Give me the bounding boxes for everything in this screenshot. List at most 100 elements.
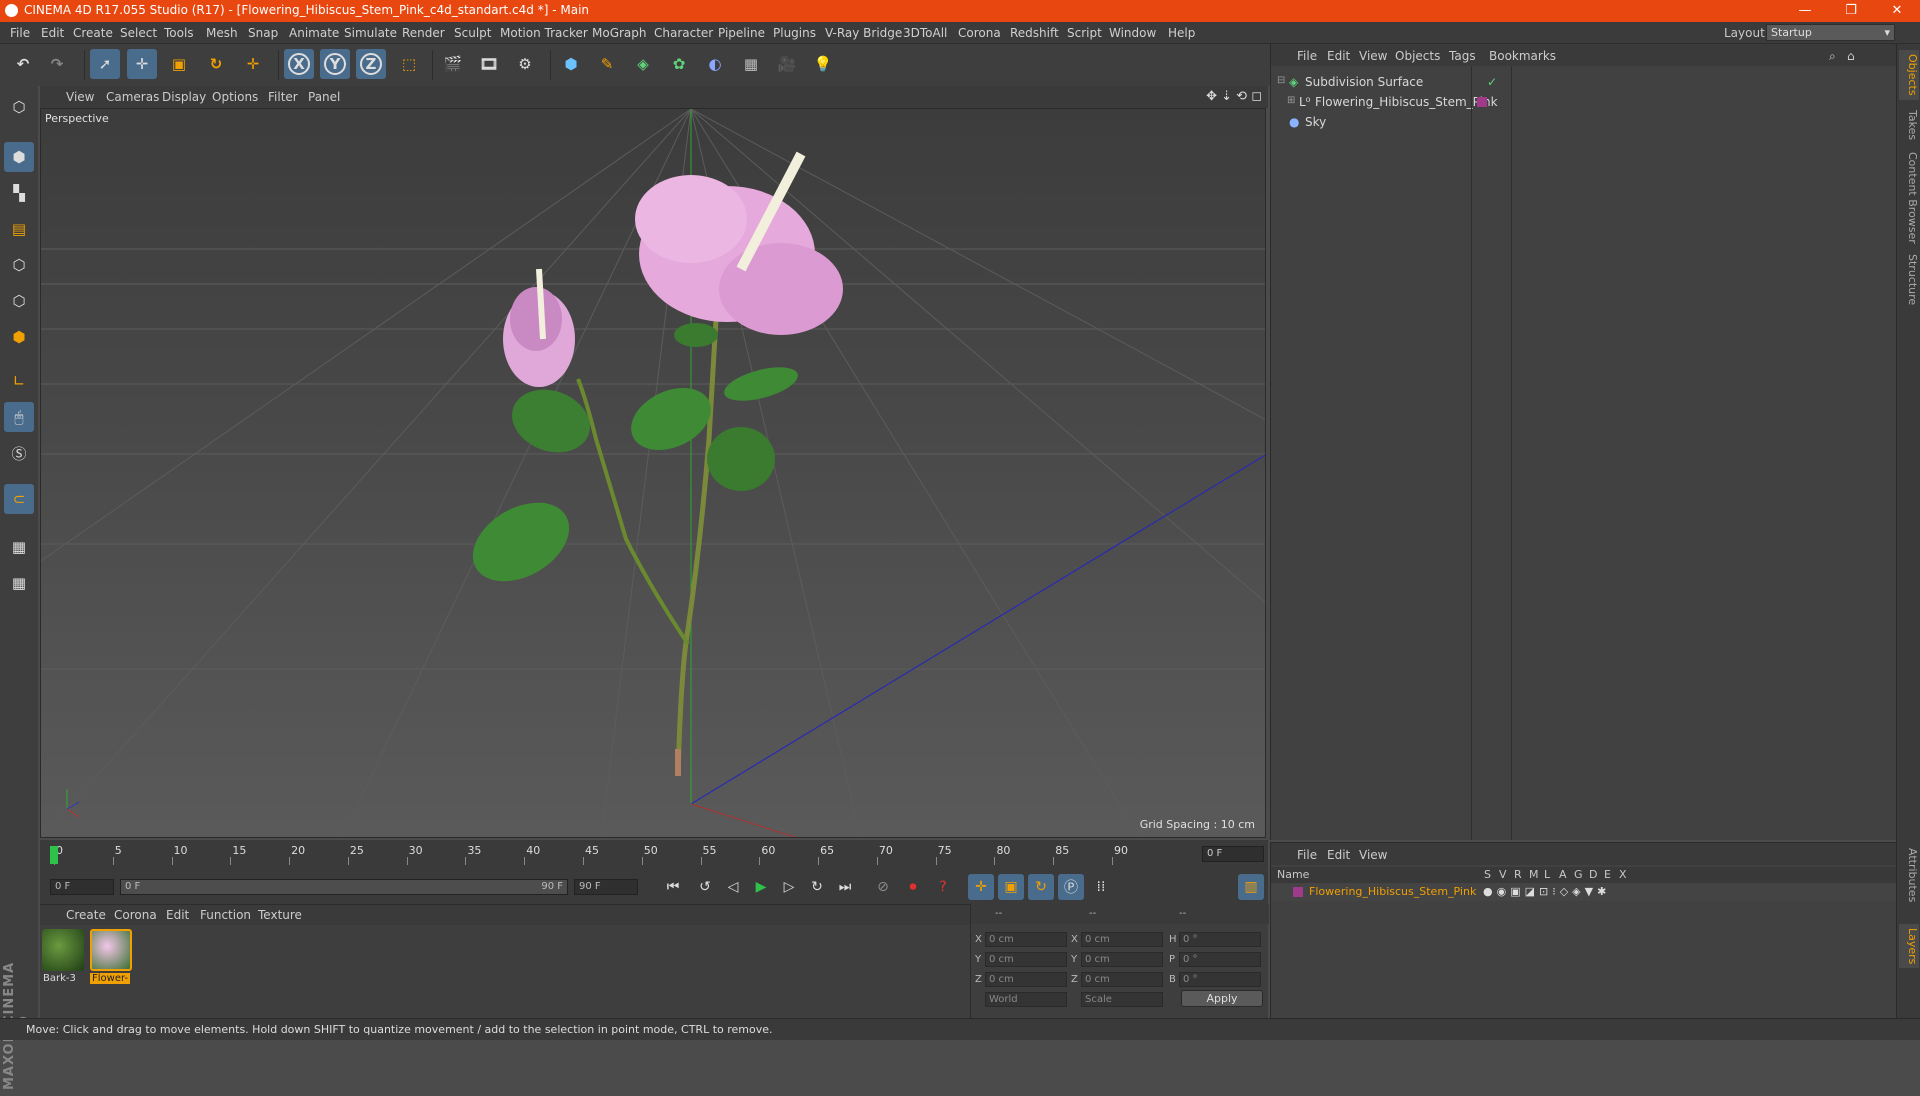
planar-workplane-icon[interactable]: ▦ — [4, 568, 34, 598]
max-frame-field[interactable]: 90 F — [574, 879, 638, 895]
perspective-viewport[interactable]: Perspective Grid Spacing : 10 cm — [40, 108, 1266, 838]
obj-menu-bookmarks[interactable]: Bookmarks — [1489, 49, 1556, 63]
y-axis-lock-button[interactable]: Y — [320, 49, 350, 79]
make-editable-icon[interactable]: ⬡ — [4, 92, 34, 122]
pos-y-field[interactable]: 0 cm — [985, 952, 1067, 967]
size-mode-select[interactable]: Scale — [1081, 992, 1163, 1007]
scale-tool-icon[interactable]: ▣ — [164, 49, 194, 79]
menu-mograph[interactable]: MoGraph — [592, 26, 647, 40]
tweak-mode-icon[interactable]: 🖱 — [4, 402, 34, 432]
camera-icon[interactable]: 🎥 — [772, 49, 802, 79]
menu-plugins[interactable]: Plugins — [773, 26, 816, 40]
rot-h-field[interactable]: 0 ° — [1179, 932, 1261, 947]
vp-menu-cameras[interactable]: Cameras — [106, 90, 159, 104]
viewport-nav-icons[interactable]: ✥ ⇣ ⟲ ◻ — [1206, 89, 1262, 104]
preview-range-slider[interactable]: 0 F 90 F — [120, 879, 568, 895]
min-frame-field[interactable]: 0 F — [50, 879, 114, 895]
minimize-button[interactable]: — — [1782, 0, 1828, 22]
axis-mode-icon[interactable]: ∟ — [4, 366, 34, 396]
mat-menu-corona[interactable]: Corona — [114, 908, 157, 922]
key-parameter-icon[interactable]: Ⓟ — [1058, 874, 1084, 900]
material-bark-label[interactable]: Bark-3 — [43, 973, 76, 984]
layer-menu-file[interactable]: File — [1297, 848, 1317, 862]
tab-takes[interactable]: Takes — [1899, 106, 1919, 144]
key-pla-icon[interactable]: ⁞⁞ — [1088, 874, 1114, 900]
layer-menu-view[interactable]: View — [1359, 848, 1387, 862]
workplane-mode-icon[interactable]: ▤ — [4, 214, 34, 244]
layout-select[interactable]: Startup ▾ — [1766, 24, 1895, 41]
maximize-button[interactable]: ❐ — [1828, 0, 1874, 22]
key-scale-icon[interactable]: ▣ — [998, 874, 1024, 900]
key-rotation-icon[interactable]: ↻ — [1028, 874, 1054, 900]
menu-edit[interactable]: Edit — [41, 26, 64, 40]
current-frame-marker[interactable] — [50, 846, 58, 864]
transform-tool-icon[interactable]: ✛ — [238, 49, 268, 79]
menu-create[interactable]: Create — [73, 26, 113, 40]
mat-menu-create[interactable]: Create — [66, 908, 106, 922]
material-bark-thumbnail[interactable] — [42, 929, 84, 971]
timeline-window-icon[interactable]: ▥ — [1238, 874, 1264, 900]
pen-spline-icon[interactable]: ✎ — [592, 49, 622, 79]
tab-attributes[interactable]: Attributes — [1899, 844, 1919, 906]
render-picture-viewer-icon[interactable]: 🎞 — [474, 49, 504, 79]
expand-icon[interactable]: ⊞ — [1287, 95, 1295, 106]
x-axis-lock-button[interactable]: X — [284, 49, 314, 79]
layer-color-swatch[interactable] — [1293, 887, 1303, 897]
size-x-field[interactable]: 0 cm — [1081, 932, 1163, 947]
menu-motion-tracker[interactable]: Motion Tracker — [500, 26, 588, 40]
snap-icon[interactable]: Ⓢ — [4, 438, 34, 468]
redo-icon[interactable]: ↷ — [42, 49, 72, 79]
collapse-icon[interactable]: ⊟ — [1277, 75, 1285, 86]
render-view-icon[interactable]: 🎬 — [438, 49, 468, 79]
record-keys-icon[interactable]: ⊘ — [870, 874, 896, 900]
material-flower-thumbnail[interactable] — [90, 929, 132, 971]
go-to-end-icon[interactable]: ⏭ — [832, 874, 858, 900]
cube-primitive-icon[interactable]: ⬢ — [556, 49, 586, 79]
model-mode-icon[interactable]: ⬢ — [4, 142, 34, 172]
object-row-subdivision[interactable]: ⊟ ◈ Subdivision Surface ✓ — [1271, 72, 1897, 92]
mat-menu-texture[interactable]: Texture — [258, 908, 302, 922]
texture-mode-icon[interactable]: ▚ — [4, 178, 34, 208]
menu-pipeline[interactable]: Pipeline — [718, 26, 765, 40]
floor-scene-icon[interactable]: ▦ — [736, 49, 766, 79]
home-icon[interactable]: ⌂ — [1847, 49, 1855, 63]
mat-menu-function[interactable]: Function — [200, 908, 251, 922]
obj-menu-view[interactable]: View — [1359, 49, 1387, 63]
go-to-start-icon[interactable]: ⏮ — [660, 874, 686, 900]
obj-menu-edit[interactable]: Edit — [1327, 49, 1350, 63]
close-button[interactable]: ✕ — [1874, 0, 1920, 22]
tab-layers[interactable]: Layers — [1899, 924, 1919, 969]
play-icon[interactable]: ▶ — [748, 874, 774, 900]
menu-window[interactable]: Window — [1109, 26, 1156, 40]
layer-row[interactable]: Flowering_Hibiscus_Stem_Pink ●◉▣◪⊡⁝◇◈▼✱ — [1271, 883, 1897, 901]
current-frame-field[interactable]: 0 F — [1202, 846, 1264, 862]
edges-mode-icon[interactable]: ⬡ — [4, 286, 34, 316]
key-position-icon[interactable]: ✛ — [968, 874, 994, 900]
rotate-tool-icon[interactable]: ↻ — [201, 49, 231, 79]
render-settings-icon[interactable]: ⚙ — [510, 49, 540, 79]
obj-menu-file[interactable]: File — [1297, 49, 1317, 63]
menu-corona[interactable]: Corona — [958, 26, 1001, 40]
autokey-icon[interactable]: ⏺ — [900, 874, 926, 900]
coordinate-system-icon[interactable]: ⬚ — [394, 49, 424, 79]
move-tool-icon[interactable]: ✛ — [127, 49, 157, 79]
menu-select[interactable]: Select — [120, 26, 157, 40]
mat-menu-edit[interactable]: Edit — [166, 908, 189, 922]
coord-system-select[interactable]: World — [985, 992, 1067, 1007]
layer-menu-edit[interactable]: Edit — [1327, 848, 1350, 862]
menu-file[interactable]: File — [10, 26, 30, 40]
menu-sculpt[interactable]: Sculpt — [454, 26, 491, 40]
menu-animate[interactable]: Animate — [289, 26, 339, 40]
menu-help[interactable]: Help — [1168, 26, 1195, 40]
z-axis-lock-button[interactable]: Z — [356, 49, 386, 79]
go-to-next-key-icon[interactable]: ↻ — [804, 874, 830, 900]
vp-menu-display[interactable]: Display — [162, 90, 206, 104]
enabled-check-icon[interactable]: ✓ — [1487, 75, 1497, 89]
vp-menu-filter[interactable]: Filter — [268, 90, 298, 104]
menu-vray-bridge[interactable]: V-Ray Bridge — [825, 26, 902, 40]
menu-3dtoall[interactable]: 3DToAll — [903, 26, 947, 40]
menu-simulate[interactable]: Simulate — [344, 26, 397, 40]
undo-icon[interactable]: ↶ — [8, 49, 38, 79]
apply-button[interactable]: Apply — [1181, 990, 1263, 1007]
menu-script[interactable]: Script — [1067, 26, 1102, 40]
